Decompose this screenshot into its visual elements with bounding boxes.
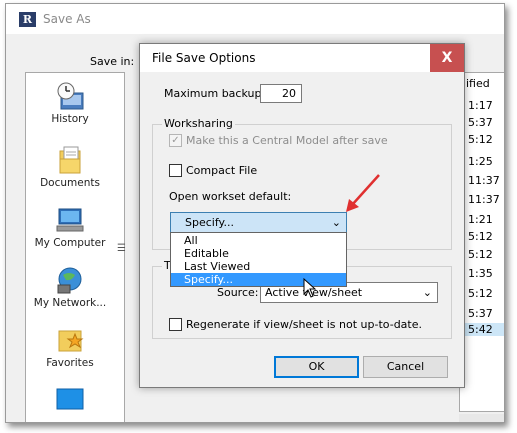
list-item-selected[interactable]: 5:42 <box>460 323 504 336</box>
list-item[interactable]: 5:12 <box>468 230 493 243</box>
place-label: Documents <box>40 177 100 189</box>
place-my-network[interactable]: My Network... <box>26 265 114 309</box>
central-model-label: Make this a Central Model after save <box>186 134 388 147</box>
regenerate-label: Regenerate if view/sheet is not up-to-da… <box>186 318 422 331</box>
place-label: My Network... <box>33 297 107 309</box>
list-item[interactable]: 5:12 <box>468 133 493 146</box>
place-label: Favorites <box>46 357 94 369</box>
list-item[interactable]: 1:35 <box>468 267 493 280</box>
list-item[interactable]: 1:25 <box>468 155 493 168</box>
max-backups-input[interactable]: 20 <box>260 84 302 103</box>
place-label: My Computer <box>34 237 106 249</box>
compact-file-checkbox[interactable] <box>169 164 182 177</box>
chevron-down-icon: ⌄ <box>422 286 432 299</box>
documents-icon <box>59 146 81 174</box>
close-icon: X <box>441 50 453 66</box>
place-label: History <box>51 113 89 125</box>
list-item[interactable]: 5:37 <box>468 307 493 320</box>
places-bar: History Documents My Computer My Network… <box>25 72 126 422</box>
source-label: Source: <box>217 286 259 299</box>
save-in-label: Save in: <box>90 55 135 68</box>
list-item[interactable]: 5:37 <box>468 116 493 129</box>
cancel-button[interactable]: Cancel <box>363 356 448 378</box>
place-documents[interactable]: Documents <box>26 145 114 189</box>
option-specify[interactable]: Specify... <box>171 273 346 286</box>
annotation-arrow-icon <box>346 174 380 212</box>
place-my-computer[interactable]: My Computer <box>26 205 114 249</box>
computer-icon <box>56 208 84 232</box>
scrollbar-grip-icon[interactable]: ☰ <box>117 243 126 254</box>
desktop-icon <box>56 388 84 410</box>
regenerate-checkbox[interactable] <box>169 318 182 331</box>
workset-options-list[interactable]: All Editable Last Viewed Specify... <box>170 232 347 287</box>
list-item[interactable]: 1:21 <box>468 213 493 226</box>
file-save-options-dialog: File Save Options X Maximum backups: 20 … <box>139 43 465 388</box>
central-model-checkbox[interactable]: ✓ <box>169 134 182 147</box>
screenshot-frame: R Save As Save in: History Documents My … <box>5 3 505 423</box>
dialog-titlebar: File Save Options X <box>140 44 464 72</box>
favorites-icon <box>58 330 84 352</box>
option-editable[interactable]: Editable <box>171 247 346 260</box>
workset-selected-value: Specify... <box>185 216 234 229</box>
workset-dropdown[interactable]: Specify... ⌄ <box>170 212 347 233</box>
network-icon <box>57 267 82 294</box>
mouse-cursor-icon <box>303 278 317 298</box>
close-button[interactable]: X <box>430 44 464 72</box>
ok-button[interactable]: OK <box>274 356 359 378</box>
list-item[interactable]: 1:17 <box>468 99 493 112</box>
list-item[interactable]: 5:12 <box>468 287 493 300</box>
place-favorites[interactable]: Favorites <box>26 325 114 369</box>
max-backups-label: Maximum backups: <box>164 87 271 100</box>
history-icon <box>57 82 84 110</box>
save-as-titlebar: R Save As <box>6 4 504 34</box>
file-list[interactable]: ified 1:17 5:37 5:12 1:25 11:37 11:37 1:… <box>459 72 504 412</box>
open-workset-label: Open workset default: <box>169 190 292 203</box>
dialog-title: File Save Options <box>152 51 256 65</box>
revit-app-icon: R <box>19 12 36 27</box>
save-as-title: Save As <box>43 12 91 26</box>
horizontal-scrollbar[interactable] <box>459 414 504 422</box>
option-all[interactable]: All <box>171 234 346 247</box>
list-item[interactable]: 11:37 <box>468 193 500 206</box>
modified-column-header[interactable]: ified <box>466 77 490 90</box>
compact-file-label: Compact File <box>186 164 258 177</box>
chevron-down-icon: ⌄ <box>331 216 341 229</box>
option-last-viewed[interactable]: Last Viewed <box>171 260 346 273</box>
list-item[interactable]: 11:37 <box>468 174 500 187</box>
place-history[interactable]: History <box>26 81 114 125</box>
worksharing-group-title: Worksharing <box>162 117 235 130</box>
list-item[interactable]: 5:12 <box>468 248 493 261</box>
place-desktop[interactable] <box>26 385 114 415</box>
